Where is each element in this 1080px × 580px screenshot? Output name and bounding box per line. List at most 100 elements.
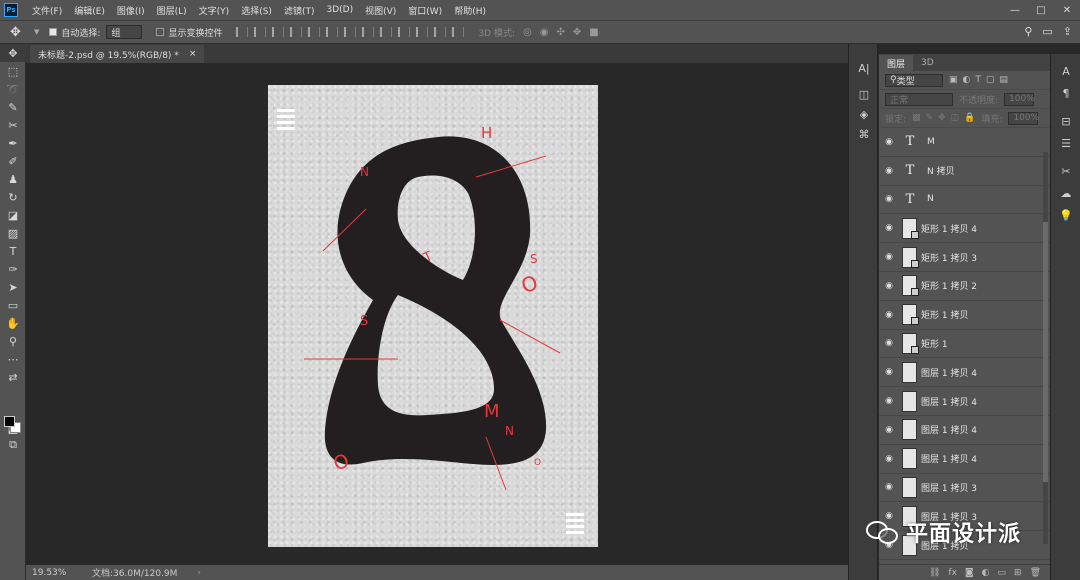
type-tool-icon[interactable]: T xyxy=(0,242,26,260)
orbit-3d-icon[interactable]: ◎ xyxy=(523,27,532,38)
move-tool-icon[interactable]: ✥ xyxy=(10,25,34,40)
visibility-eye-icon[interactable]: ◉ xyxy=(879,166,899,176)
adjustments-panel-icon[interactable]: ◫ xyxy=(849,84,879,104)
menu-filter[interactable]: 滤镜(T) xyxy=(278,4,321,17)
layer-row[interactable]: ◉ 矩形 1 拷贝 xyxy=(879,301,1050,330)
document-tab[interactable]: 未标题-2.psd @ 19.5%(RGB/8) * × xyxy=(30,45,205,63)
lock-paint-icon[interactable]: ✎ xyxy=(926,113,934,123)
paragraph-icon[interactable]: ¶ xyxy=(1051,82,1080,104)
type-filter-icon[interactable]: T xyxy=(975,75,981,85)
visibility-eye-icon[interactable]: ◉ xyxy=(879,223,899,233)
visibility-eye-icon[interactable]: ◉ xyxy=(879,194,899,204)
eraser-tool-icon[interactable]: ◪ xyxy=(0,206,26,224)
auto-select-dropdown[interactable]: 组 xyxy=(106,25,143,39)
artboard[interactable]: H N T S O S M N O O xyxy=(268,85,598,547)
lasso-tool-icon[interactable]: ➰ xyxy=(0,80,26,98)
minimize-button[interactable]: — xyxy=(1002,0,1028,20)
layer-row[interactable]: ◉ 图层 1 拷贝 4 xyxy=(879,358,1050,388)
layers-scrollbar[interactable] xyxy=(1043,152,1048,544)
roll-3d-icon[interactable]: ◉ xyxy=(540,27,549,38)
history-brush-tool-icon[interactable]: ↻ xyxy=(0,188,26,206)
auto-select-checkbox[interactable] xyxy=(49,28,58,36)
brush-tool-icon[interactable]: ✐ xyxy=(0,152,26,170)
marquee-tool-icon[interactable]: ⬚ xyxy=(0,62,26,80)
align-right-icon[interactable] xyxy=(326,27,339,37)
chevron-down-icon[interactable]: ▼ xyxy=(34,28,39,36)
lock-pixels-icon[interactable]: ▩ xyxy=(912,113,921,123)
layer-row[interactable]: ◉ 矩形 1 xyxy=(879,330,1050,359)
close-tab-icon[interactable]: × xyxy=(189,49,197,59)
lock-all-icon[interactable]: 🔒 xyxy=(964,113,975,123)
crop-tool-icon[interactable]: ✂ xyxy=(0,116,26,134)
menu-window[interactable]: 窗口(W) xyxy=(402,4,448,17)
workspace-icon[interactable]: ▭ xyxy=(1042,25,1052,38)
search-icon[interactable]: ⚲ xyxy=(1024,25,1032,38)
align-top-icon[interactable] xyxy=(236,27,249,37)
show-transform-checkbox[interactable] xyxy=(156,28,165,36)
shape-filter-icon[interactable]: ▢ xyxy=(986,75,995,85)
character-icon[interactable]: A xyxy=(1051,60,1080,82)
visibility-eye-icon[interactable]: ◉ xyxy=(879,396,899,406)
adjustment-filter-icon[interactable]: ◐ xyxy=(963,75,971,85)
distribute-vcenter-icon[interactable] xyxy=(362,27,375,37)
visibility-eye-icon[interactable]: ◉ xyxy=(879,482,899,492)
distribute-hcenter-icon[interactable] xyxy=(416,27,429,37)
lock-move-icon[interactable]: ✥ xyxy=(938,113,946,123)
stamp-tool-icon[interactable]: ♟ xyxy=(0,170,26,188)
layer-filter-select[interactable]: ⚲ 类型 xyxy=(885,73,943,87)
auto-align-icon[interactable] xyxy=(452,27,465,37)
layer-row[interactable]: ◉ T N xyxy=(879,186,1050,215)
zoom-level[interactable]: 19.53% xyxy=(32,568,82,578)
menu-select[interactable]: 选择(S) xyxy=(235,4,278,17)
move-tool-icon[interactable]: ✥ xyxy=(0,44,26,62)
visibility-eye-icon[interactable]: ◉ xyxy=(879,367,899,377)
pixel-filter-icon[interactable]: ▣ xyxy=(949,75,958,85)
align-hcenter-icon[interactable] xyxy=(308,27,321,37)
properties-icon[interactable]: ⊟ xyxy=(1051,110,1080,132)
align-vcenter-icon[interactable] xyxy=(254,27,267,37)
more-tools-icon[interactable]: ⋯ xyxy=(0,350,26,368)
visibility-eye-icon[interactable]: ◉ xyxy=(879,338,899,348)
adjustments-icon[interactable]: ☰ xyxy=(1051,132,1080,154)
libraries-icon[interactable]: ☁ xyxy=(1051,182,1080,204)
paths-panel-icon[interactable]: ⌘ xyxy=(849,124,879,144)
pen-tool-icon[interactable]: ✑ xyxy=(0,260,26,278)
layer-row[interactable]: ◉ T N 拷贝 xyxy=(879,157,1050,186)
tab-layers[interactable]: 图层 xyxy=(879,55,914,71)
menu-edit[interactable]: 编辑(E) xyxy=(68,4,111,17)
character-panel-icon[interactable]: A| xyxy=(849,58,879,78)
layer-row[interactable]: ◉ 矩形 1 拷贝 4 xyxy=(879,214,1050,244)
slide-3d-icon[interactable]: ✥ xyxy=(573,27,581,38)
canvas-workspace[interactable]: H N T S O S M N O O xyxy=(26,63,848,565)
menu-file[interactable]: 文件(F) xyxy=(26,4,68,17)
close-window-button[interactable]: ✕ xyxy=(1054,0,1080,20)
layer-row[interactable]: ◉ 图层 1 拷贝 4 xyxy=(879,416,1050,445)
layer-row[interactable]: ◉ 图层 1 拷贝 3 xyxy=(879,474,1050,503)
visibility-eye-icon[interactable]: ◉ xyxy=(879,281,899,291)
learn-icon[interactable]: 💡 xyxy=(1051,204,1080,226)
path-select-tool-icon[interactable]: ➤ xyxy=(0,278,26,296)
opacity-field[interactable]: 100% xyxy=(1004,92,1035,106)
visibility-eye-icon[interactable]: ◉ xyxy=(879,252,899,262)
share-icon[interactable]: ⇪ xyxy=(1063,25,1072,38)
layer-row[interactable]: ◉ 矩形 1 拷贝 3 xyxy=(879,243,1050,272)
menu-3d[interactable]: 3D(D) xyxy=(320,5,359,15)
distribute-top-icon[interactable] xyxy=(344,27,357,37)
visibility-eye-icon[interactable]: ◉ xyxy=(879,454,899,464)
align-bottom-icon[interactable] xyxy=(272,27,285,37)
new-group-icon[interactable]: ▭ xyxy=(998,568,1007,578)
visibility-eye-icon[interactable]: ◉ xyxy=(879,310,899,320)
fill-field[interactable]: 100% xyxy=(1008,111,1039,125)
layer-row[interactable]: ◉ 图层 1 拷贝 4 xyxy=(879,445,1050,474)
distribute-bottom-icon[interactable] xyxy=(380,27,393,37)
adjustment-layer-icon[interactable]: ◐ xyxy=(982,568,990,578)
quick-select-tool-icon[interactable]: ✎ xyxy=(0,98,26,116)
maximize-button[interactable]: □ xyxy=(1028,0,1054,20)
menu-image[interactable]: 图像(I) xyxy=(111,4,151,17)
screen-mode-icon[interactable]: ⧉ xyxy=(0,436,26,454)
menu-layer[interactable]: 图层(L) xyxy=(151,4,193,17)
smart-filter-icon[interactable]: ▤ xyxy=(999,75,1008,85)
menu-help[interactable]: 帮助(H) xyxy=(448,4,492,17)
lock-artboard-icon[interactable]: ◫ xyxy=(951,113,960,123)
layer-style-icon[interactable]: fx xyxy=(948,568,957,578)
